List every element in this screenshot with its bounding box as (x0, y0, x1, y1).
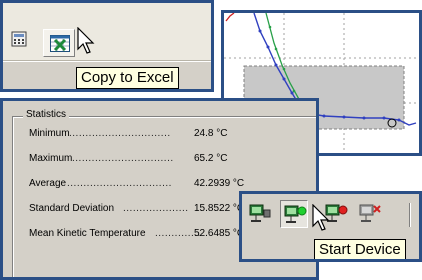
copy-to-excel-tooltip: Copy to Excel (76, 67, 179, 89)
stat-value: 15.8522 °C (194, 203, 245, 214)
toolbar-separator (409, 203, 411, 227)
stat-label: Minimum (29, 128, 70, 139)
toolbar-zoom-panel: Copy to Excel (0, 0, 214, 92)
start-device-icon (284, 205, 307, 223)
toolbar-strip (3, 3, 211, 61)
calculator-icon[interactable] (11, 31, 27, 47)
series-red-line (225, 13, 235, 22)
start-device-button[interactable] (280, 200, 308, 228)
stat-label: Mean Kinetic Temperature (29, 228, 146, 239)
device-toolbar-zoom-panel: Start Device (239, 191, 422, 262)
stat-value: 65.2 °C (194, 153, 228, 164)
excel-icon (50, 35, 70, 52)
delete-device-icon (359, 204, 381, 222)
device-button[interactable] (246, 200, 274, 228)
stat-value: 42.2939 °C (194, 178, 245, 189)
stat-leader-dots: .................... (123, 203, 189, 214)
statistics-group-title: Statistics (23, 109, 70, 120)
device-icon (249, 204, 271, 222)
stat-label: Standard Deviation (29, 203, 115, 214)
stat-leader-dots: ............................... (69, 128, 171, 139)
start-device-tooltip: Start Device (314, 239, 406, 259)
stat-label: Maximum (29, 153, 73, 164)
stat-value[interactable]: 24.8 °C (194, 128, 227, 139)
stat-leader-dots: ................................ (67, 178, 172, 189)
stat-leader-dots: ............................... (72, 153, 174, 164)
cursor-arrow-icon (77, 27, 95, 54)
stat-value: 52.6485 °C (194, 228, 245, 239)
stat-label: Average (29, 178, 67, 189)
cursor-arrow-icon (312, 204, 330, 231)
delete-device-button[interactable] (356, 200, 384, 228)
copy-to-excel-button[interactable] (43, 29, 75, 57)
